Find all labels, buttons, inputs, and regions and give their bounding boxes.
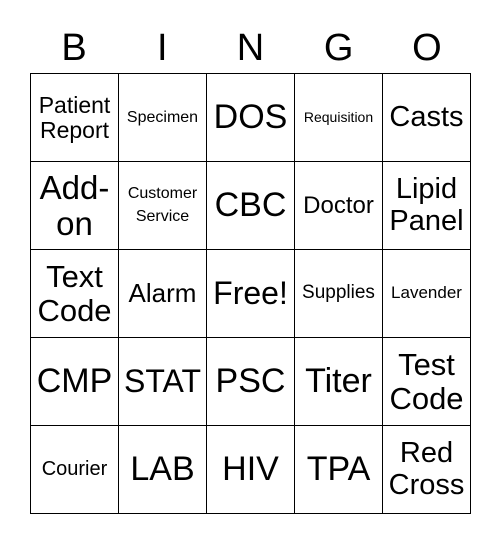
bingo-cell[interactable]: Doctor: [294, 161, 383, 250]
bingo-cell[interactable]: Customer Service: [118, 161, 207, 250]
bingo-cell[interactable]: DOS: [206, 73, 295, 162]
header-letter-g: G: [323, 27, 354, 69]
grid-row: CMP STAT PSC Titer Test Code: [30, 337, 471, 426]
bingo-cell[interactable]: CBC: [206, 161, 295, 250]
grid-row: Add- on Customer Service CBC Doctor Lipi…: [30, 161, 471, 250]
bingo-cell[interactable]: Alarm: [118, 249, 207, 338]
grid-row: Text Code Alarm Free! Supplies Lavender: [30, 249, 471, 338]
header-letter-b: B: [61, 27, 87, 69]
bingo-cell[interactable]: Add- on: [30, 161, 119, 250]
bingo-grid: Patient Report Specimen DOS Requisition …: [30, 73, 471, 514]
header-letter-o: O: [412, 27, 442, 69]
bingo-cell[interactable]: HIV: [206, 425, 295, 514]
bingo-cell[interactable]: TPA: [294, 425, 383, 514]
free-space-cell[interactable]: Free!: [206, 249, 295, 338]
bingo-cell[interactable]: Requisition: [294, 73, 383, 162]
bingo-cell[interactable]: Titer: [294, 337, 383, 426]
bingo-cell[interactable]: Courier: [30, 425, 119, 514]
header-letter-n: N: [236, 27, 265, 69]
bingo-cell[interactable]: CMP: [30, 337, 119, 426]
bingo-cell[interactable]: Casts: [382, 73, 471, 162]
bingo-cell[interactable]: Test Code: [382, 337, 471, 426]
bingo-cell[interactable]: Patient Report: [30, 73, 119, 162]
bingo-cell[interactable]: Red Cross: [382, 425, 471, 514]
bingo-cell[interactable]: Lavender: [382, 249, 471, 338]
bingo-cell[interactable]: Supplies: [294, 249, 383, 338]
bingo-cell[interactable]: PSC: [206, 337, 295, 426]
bingo-cell[interactable]: Lipid Panel: [382, 161, 471, 250]
bingo-cell[interactable]: Text Code: [30, 249, 119, 338]
bingo-cell[interactable]: LAB: [118, 425, 207, 514]
bingo-cell[interactable]: Specimen: [118, 73, 207, 162]
bingo-cell[interactable]: STAT: [118, 337, 207, 426]
grid-row: Courier LAB HIV TPA Red Cross: [30, 425, 471, 514]
grid-row: Patient Report Specimen DOS Requisition …: [30, 73, 471, 162]
header-letter-i: I: [157, 27, 168, 69]
bingo-header: B I N G O: [30, 26, 471, 70]
